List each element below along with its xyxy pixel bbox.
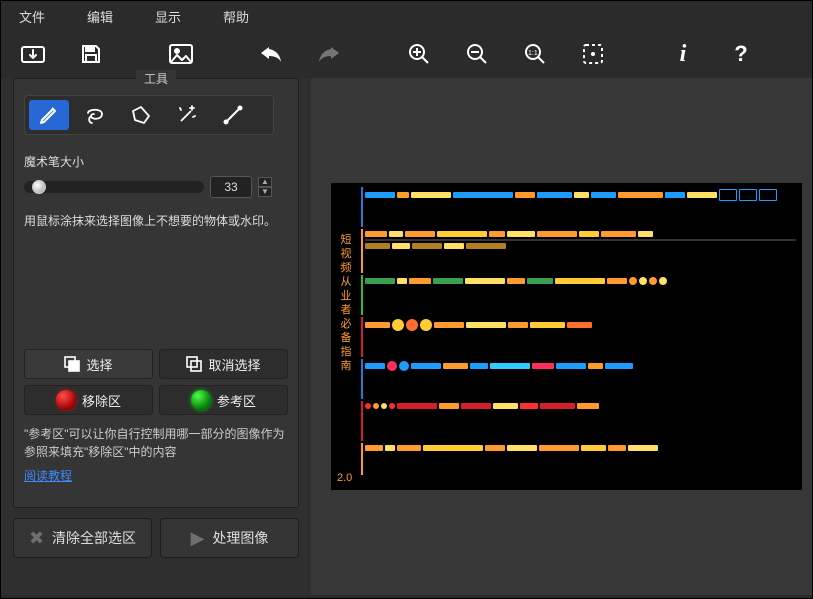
process-label: 处理图像 (212, 528, 268, 548)
menu-file[interactable]: 文件 (19, 7, 45, 26)
green-dot-icon (191, 390, 211, 410)
select-button[interactable]: 选择 (24, 349, 153, 379)
open-button[interactable] (15, 40, 51, 68)
marker-tool[interactable] (29, 100, 69, 130)
help-button[interactable]: ? (723, 40, 759, 68)
brush-size-slider[interactable] (24, 181, 204, 193)
process-button[interactable]: ▶ 处理图像 (160, 518, 299, 558)
image-button[interactable] (163, 40, 199, 68)
red-dot-icon (56, 390, 76, 410)
menu-edit[interactable]: 编辑 (87, 7, 113, 26)
polygon-tool[interactable] (121, 100, 161, 130)
spin-up[interactable]: ▲ (258, 177, 272, 187)
slider-thumb[interactable] (32, 180, 46, 194)
tools-panel: 工具 魔术笔大小 (13, 78, 299, 508)
remove-label: 移除区 (82, 391, 121, 410)
reference-description: "参考区"可以让你自行控制用哪一部分的图像作为参照来填充"移除区"中的内容 (24, 425, 288, 461)
select-label: 选择 (86, 355, 112, 374)
menu-help[interactable]: 帮助 (223, 7, 249, 26)
panel-title: 工具 (136, 70, 176, 87)
reference-area-button[interactable]: 参考区 (159, 385, 288, 415)
brush-size-value[interactable]: 33 (210, 176, 252, 198)
redo-button[interactable] (311, 40, 347, 68)
reference-label: 参考区 (217, 391, 256, 410)
lasso-tool[interactable] (75, 100, 115, 130)
brush-size-label: 魔术笔大小 (24, 153, 288, 170)
undo-button[interactable] (253, 40, 289, 68)
menu-view[interactable]: 显示 (155, 7, 181, 26)
close-icon: ✖ (29, 528, 44, 549)
toolbar: 1:1 i ? (1, 32, 812, 78)
info-button[interactable]: i (665, 40, 701, 68)
menu-bar: 文件 编辑 显示 帮助 (1, 1, 812, 32)
magic-wand-tool[interactable] (167, 100, 207, 130)
play-icon: ▶ (191, 528, 205, 549)
remove-area-button[interactable]: 移除区 (24, 385, 153, 415)
spin-down[interactable]: ▼ (258, 187, 272, 197)
preview-version: 2.0 (337, 472, 352, 484)
tool-picker (24, 95, 274, 135)
line-tool[interactable] (213, 100, 253, 130)
zoom-actual-button[interactable]: 1:1 (517, 40, 553, 68)
clear-all-label: 清除全部选区 (52, 528, 136, 548)
zoom-out-button[interactable] (459, 40, 495, 68)
sidebar: 工具 魔术笔大小 (1, 78, 311, 595)
canvas[interactable]: 短视频从业者必备指南 2.0 (311, 78, 812, 595)
brush-hint: 用鼠标涂抹来选择图像上不想要的物体或水印。 (24, 212, 288, 231)
preview-vtitle: 短视频从业者必备指南 (337, 233, 355, 373)
zoom-fit-button[interactable] (575, 40, 611, 68)
svg-text:1:1: 1:1 (528, 50, 538, 57)
deselect-label: 取消选择 (208, 355, 260, 374)
tutorial-link[interactable]: 阅读教程 (24, 467, 72, 484)
zoom-in-button[interactable] (401, 40, 437, 68)
image-preview: 短视频从业者必备指南 2.0 (331, 183, 802, 490)
save-button[interactable] (73, 40, 109, 68)
deselect-button[interactable]: 取消选择 (159, 349, 288, 379)
clear-all-button[interactable]: ✖ 清除全部选区 (13, 518, 152, 558)
